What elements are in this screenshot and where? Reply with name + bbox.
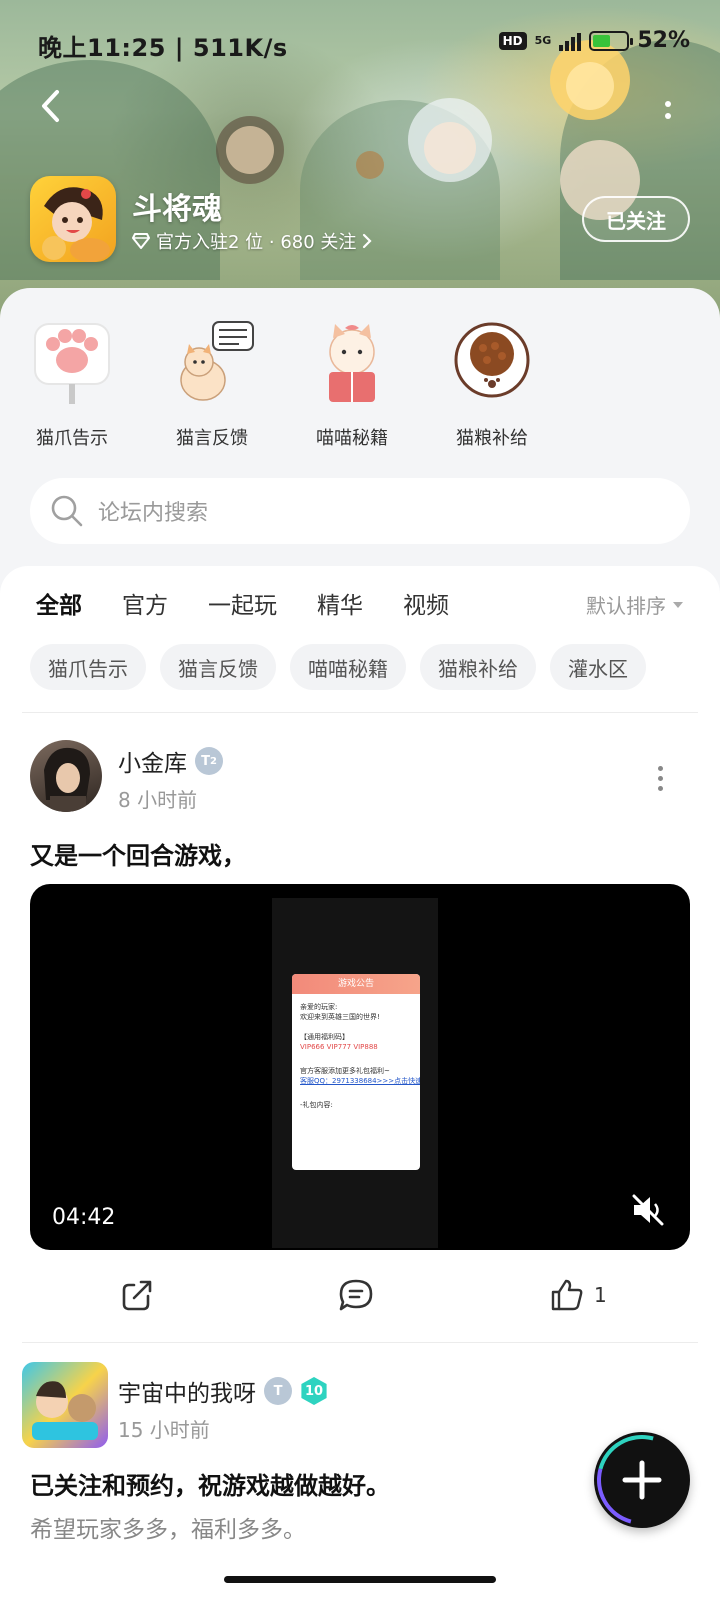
comment-icon [339,1279,373,1311]
cat-speech-bubble-icon [180,321,254,401]
quick-link-meow-guide[interactable]: 喵喵秘籍 [292,318,412,450]
network-type: 5G [534,33,552,47]
avatar[interactable] [22,1362,108,1448]
video-duration: 04:42 [52,1205,116,1230]
game-meta-text: 官方入驻2 位 · 680 关注 [156,232,357,253]
post-author[interactable]: 宇宙中的我呀 T 10 [118,1374,328,1408]
like-count: 1 [594,1283,607,1307]
game-avatar-art [42,187,110,262]
comment-button[interactable] [338,1278,374,1312]
game-meta-link[interactable]: 官方入驻2 位 · 680 关注 [132,228,372,254]
post-time: 8 小时前 [118,788,198,812]
quick-link-cat-paw-notice[interactable]: 猫爪告示 [12,318,132,450]
cat-reading-book-icon [329,324,375,402]
chip-cat-paw-notice[interactable]: 猫爪告示 [30,644,146,690]
chip-cat-feedback[interactable]: 猫言反馈 [160,644,276,690]
signal-icon [559,31,582,51]
quick-link-label: 喵喵秘籍 [316,428,388,449]
popup-line: -礼包内容: [300,1101,333,1109]
create-post-button[interactable] [594,1432,690,1528]
popup-line: VIP666 VIP777 VIP888 [300,1043,378,1051]
header-banner: 晚上11:25 | 511K/s HD 5G 52% 斗将魂 官方入驻2 位 ·… [0,0,720,320]
chevron-right-icon [363,233,372,249]
user-badge-icon: T2 [195,747,223,775]
video-popup: 游戏公告 亲爱的玩家: 欢迎来到英雄三国的世界! 【通用福利码】 VIP666 … [292,974,420,1170]
sort-label: 默认排序 [586,594,666,618]
more-dot-icon [657,786,663,791]
more-dot-icon [657,766,663,771]
more-dot-icon [665,101,671,107]
battery-percent: 52% [637,28,690,53]
like-button[interactable]: 1 [550,1278,607,1312]
hd-icon: HD [498,31,527,50]
status-icons: HD 5G 52% [498,28,690,53]
avatar-art [32,1381,98,1440]
sort-dropdown[interactable]: 默认排序 [586,590,684,619]
category-chips: 猫爪告示 猫言反馈 喵喵秘籍 猫粮补给 灌水区 [30,644,646,690]
quick-link-label: 猫爪告示 [36,428,108,449]
post-subtitle: 希望玩家多多，福利多多。 [30,1517,306,1543]
tab-official[interactable]: 官方 [122,586,168,620]
post-time: 15 小时前 [118,1418,210,1442]
tab-all[interactable]: 全部 [36,586,82,626]
diamond-icon [132,233,150,249]
popup-line: 官方客服添加更多礼包福利~ [300,1067,390,1075]
content-sheet: 猫爪告示 猫言反馈 喵喵秘籍 猫粮补给 论坛内搜索 全部 官方 一起玩 精华 视… [0,288,720,1600]
chip-meow-guide[interactable]: 喵喵秘籍 [290,644,406,690]
post-more-button[interactable] [656,766,664,791]
tab-video[interactable]: 视频 [403,586,449,620]
quick-link-cat-feedback[interactable]: 猫言反馈 [152,318,272,450]
quick-link-label: 猫言反馈 [176,428,248,449]
battery-icon [589,30,634,51]
quick-link-cat-food[interactable]: 猫粮补给 [432,318,552,450]
search-input[interactable]: 论坛内搜索 [98,495,208,527]
share-button[interactable] [120,1278,154,1312]
video-player[interactable]: 游戏公告 亲爱的玩家: 欢迎来到英雄三国的世界! 【通用福利码】 VIP666 … [30,884,690,1250]
post-card[interactable]: 小金库 T2 8 小时前 又是一个回合游戏， 游戏公告 亲爱的玩家: 欢迎来到英… [0,712,720,1342]
level-badge: 10 [301,1377,327,1405]
plus-icon [622,1460,662,1500]
post-title: 又是一个回合游戏， [30,842,246,870]
game-title: 斗将魂 [132,192,222,227]
quick-links: 猫爪告示 猫言反馈 喵喵秘籍 猫粮补给 [0,318,720,450]
more-dot-icon [665,113,671,119]
avatar[interactable] [30,740,102,812]
tab-play-together[interactable]: 一起玩 [208,586,277,620]
game-icon[interactable] [30,176,116,262]
chip-cat-food[interactable]: 猫粮补给 [420,644,536,690]
cat-food-bowl-icon [454,322,530,398]
mute-icon[interactable] [630,1192,666,1228]
home-indicator[interactable] [224,1576,496,1583]
caret-down-icon [673,601,683,608]
back-button[interactable] [30,84,70,128]
chip-water-zone[interactable]: 灌水区 [550,644,646,690]
post-author[interactable]: 小金库 T2 [118,744,223,778]
more-dot-icon [657,776,663,781]
thumbs-up-icon [551,1279,583,1311]
more-options-button[interactable] [658,90,678,130]
tab-featured[interactable]: 精华 [317,586,363,620]
author-name: 宇宙中的我呀 [118,1381,256,1407]
follow-button[interactable]: 已关注 [582,196,690,242]
post-actions: 1 [0,1278,720,1328]
cat-paw-sign-icon [34,323,110,404]
feed-tabs: 全部 官方 一起玩 精华 视频 [36,586,449,626]
search-bar[interactable]: 论坛内搜索 [30,478,690,544]
popup-line: 欢迎来到英雄三国的世界! [300,1013,380,1021]
popup-line: 客服QQ：2971338684>>>点击快速添加 [300,1077,420,1085]
popup-line: 【通用福利码】 [300,1033,349,1041]
chevron-left-icon [42,90,59,122]
status-time: 晚上11:25 | 511K/s [38,34,288,62]
user-badge-icon: T [264,1377,292,1405]
quick-link-label: 猫粮补给 [456,428,528,449]
search-icon [51,495,83,527]
battery-fill [593,34,610,47]
popup-title: 游戏公告 [292,974,420,994]
share-icon [122,1280,152,1311]
author-name: 小金库 [118,751,187,777]
post-title: 已关注和预约，祝游戏越做越好。 [30,1472,390,1500]
popup-line: 亲爱的玩家: [300,1003,338,1011]
status-bar: 晚上11:25 | 511K/s HD 5G 52% [0,0,720,84]
avatar-art [44,747,90,812]
